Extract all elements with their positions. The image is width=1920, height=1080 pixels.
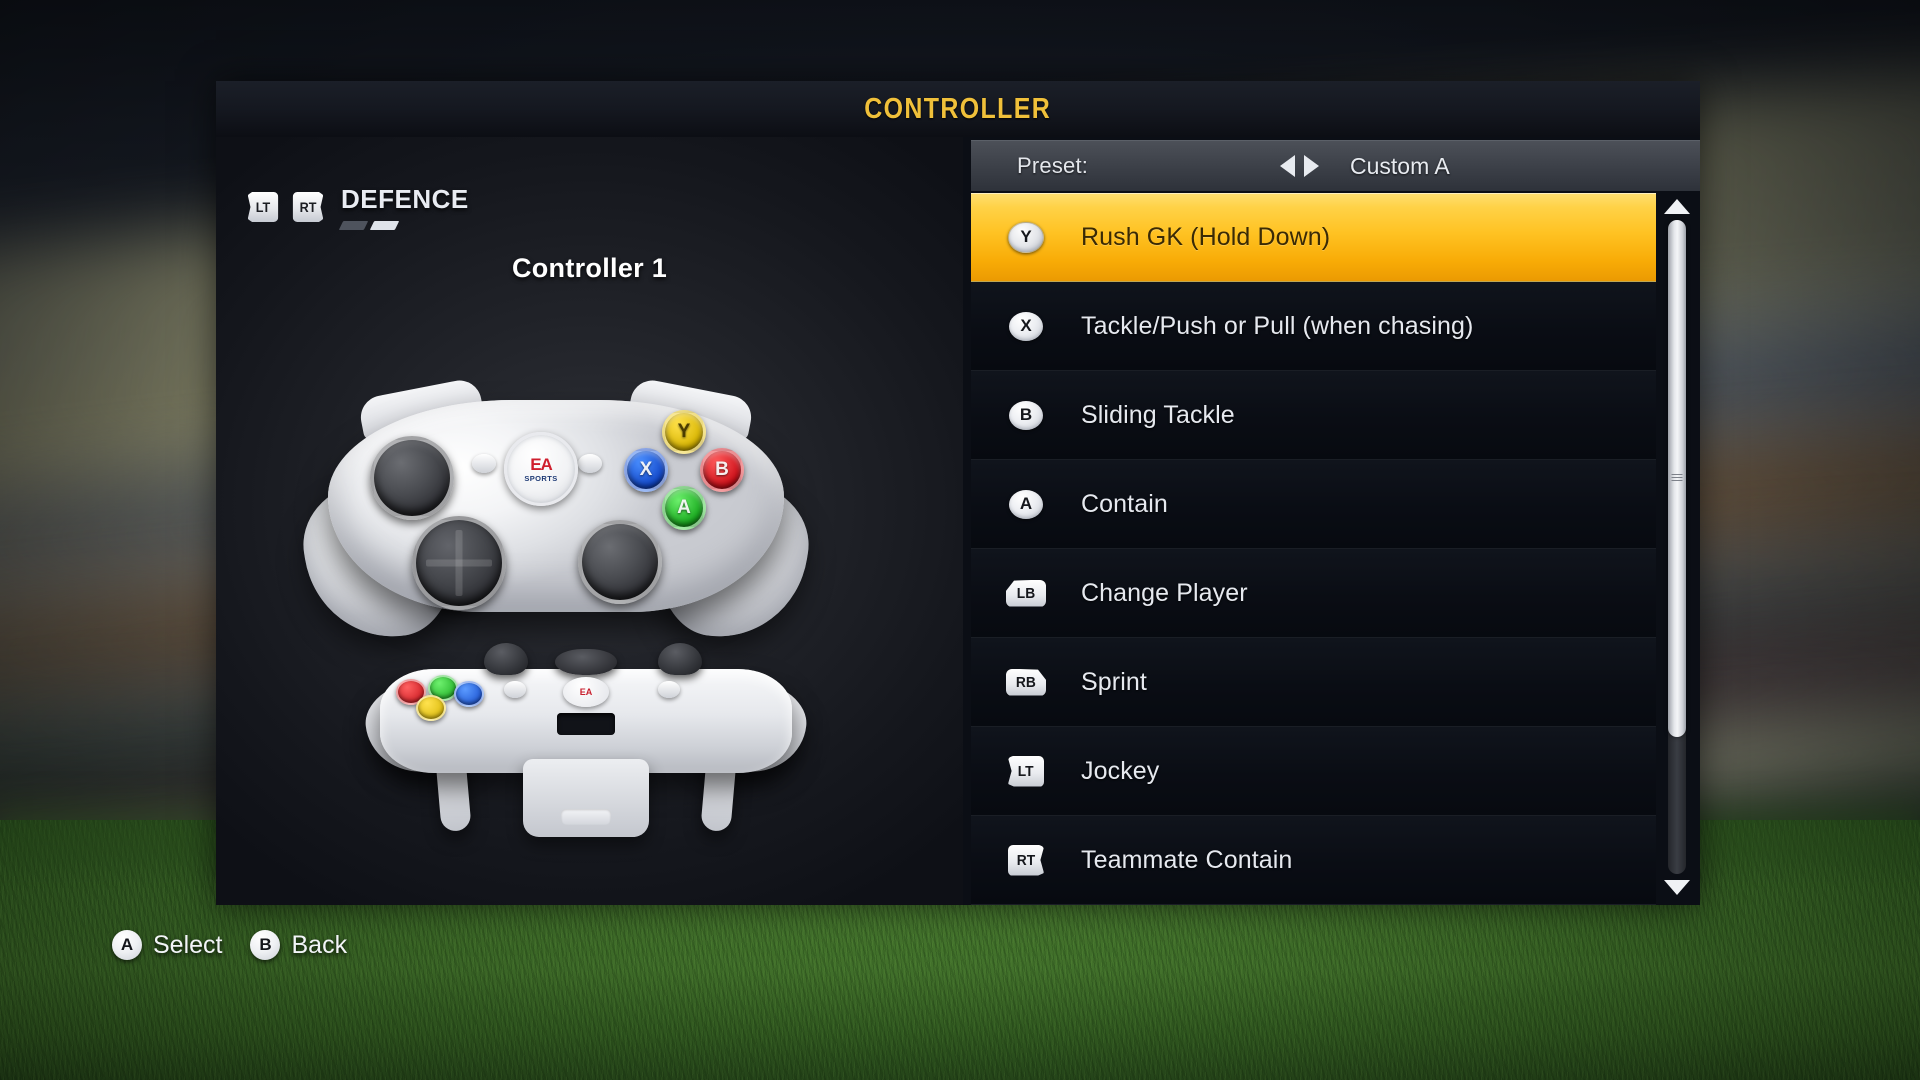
y-button-icon: Y	[1008, 221, 1044, 253]
lt-trigger-label: LT	[255, 199, 271, 215]
binding-row[interactable]: B Sliding Tackle	[971, 371, 1656, 460]
controller-rear-dpad	[555, 649, 617, 675]
control-binding-list[interactable]: Y Rush GK (Hold Down) X Tackle/Push or Pull…	[971, 193, 1656, 905]
binding-action-label: Contain	[1081, 489, 1168, 518]
binding-row[interactable]: Y Rush GK (Hold Down)	[971, 193, 1656, 282]
controller-accessory-port	[557, 713, 615, 735]
controller-preview-pane: LT RT DEFENCE Controller 1 EA SPORTS Y X…	[216, 137, 963, 905]
category-name: DEFENCE	[341, 184, 469, 214]
rb-button-icon: RB	[1006, 669, 1046, 696]
lb-button-icon: LB	[1006, 580, 1046, 607]
binding-action-label: Rush GK (Hold Down)	[1081, 222, 1331, 251]
rt-button-icon: RT	[1008, 845, 1044, 876]
page-title: CONTROLLER	[864, 92, 1052, 125]
button-glyph-label: RT	[1016, 851, 1036, 869]
rt-trigger-icon[interactable]: RT	[293, 192, 324, 222]
scrollbar-track[interactable]	[1668, 220, 1686, 874]
category-header: LT RT DEFENCE	[246, 184, 469, 230]
b-button-icon: B	[700, 448, 744, 492]
a-button-icon: A	[1009, 489, 1043, 519]
panel-header: CONTROLLER	[216, 81, 1700, 137]
x-button-icon: X	[1009, 311, 1043, 341]
pager-dot-1	[338, 221, 369, 230]
category-block: DEFENCE	[338, 184, 469, 230]
footer-hint[interactable]: A Select	[112, 930, 222, 960]
game-screen: CONTROLLER LT RT DEFENCE Controller 1 EA…	[0, 0, 1920, 1080]
preset-value: Custom A	[1350, 152, 1450, 179]
sports-logo-text: SPORTS	[524, 473, 558, 483]
scroll-up-arrow-icon[interactable]	[1664, 199, 1690, 214]
left-analog-stick	[370, 436, 454, 520]
binding-row[interactable]: A Contain	[971, 460, 1656, 549]
footer-hint-label: Back	[291, 930, 348, 959]
y-button-icon: Y	[662, 410, 706, 454]
binding-action-label: Sprint	[1081, 667, 1147, 696]
xbox-controller-rear-image: EA	[361, 617, 811, 847]
button-glyph-label: RB	[1016, 673, 1036, 691]
lt-trigger-icon[interactable]: LT	[248, 192, 279, 222]
ea-sports-guide-button-icon: EA SPORTS	[504, 432, 578, 506]
controller-rear-start-button	[658, 681, 680, 698]
xbox-controller-front-image: EA SPORTS Y X B A	[294, 352, 818, 652]
dpad-icon	[412, 516, 506, 610]
rt-trigger-label: RT	[299, 199, 317, 215]
scrollbar-thumb[interactable]	[1668, 220, 1686, 737]
footer-hint[interactable]: B Back	[250, 930, 347, 960]
binding-button-icon-slot: B	[971, 400, 1081, 430]
footer-hint-label: Select	[153, 930, 223, 959]
binding-action-label: Teammate Contain	[1081, 845, 1293, 874]
binding-button-icon-slot: LB	[971, 580, 1081, 607]
back-button-icon	[472, 454, 496, 473]
binding-button-icon-slot: A	[971, 489, 1081, 519]
binding-action-label: Sliding Tackle	[1081, 400, 1235, 429]
category-pager	[338, 221, 469, 230]
lt-button-icon: LT	[1008, 756, 1044, 787]
binding-button-icon-slot: X	[971, 311, 1081, 341]
button-glyph-label: LT	[1018, 762, 1034, 780]
preset-next-arrow-icon[interactable]	[1304, 155, 1319, 177]
preset-prev-arrow-icon[interactable]	[1280, 155, 1295, 177]
controller-settings-panel: CONTROLLER LT RT DEFENCE Controller 1 EA…	[216, 81, 1700, 905]
binding-action-label: Jockey	[1081, 756, 1160, 785]
controller-rear-stick-right	[658, 643, 702, 675]
controller-battery-pack	[523, 759, 649, 837]
start-button-icon	[578, 454, 602, 473]
right-analog-stick	[578, 520, 662, 604]
binding-action-label: Change Player	[1081, 578, 1248, 607]
x-button-icon: X	[624, 448, 668, 492]
binding-list-scrollbar[interactable]	[1662, 193, 1692, 901]
binding-row[interactable]: RT Teammate Contain	[971, 816, 1656, 905]
scroll-down-arrow-icon[interactable]	[1664, 880, 1690, 895]
preset-label: Preset:	[1017, 153, 1089, 178]
rear-ea-logo: EA	[579, 687, 593, 697]
binding-button-icon-slot: RT	[971, 845, 1081, 876]
a-button-icon: A	[112, 930, 142, 960]
controller-rear-y-button	[416, 695, 446, 721]
preset-control-group: Custom A	[1280, 153, 1700, 180]
binding-row[interactable]: LT Jockey	[971, 727, 1656, 816]
binding-row[interactable]: X Tackle/Push or Pull (when chasing)	[971, 282, 1656, 371]
button-glyph-label: LB	[1016, 584, 1036, 602]
controller-rear-guide-button: EA	[563, 677, 609, 707]
b-button-icon: B	[1009, 400, 1043, 430]
binding-action-label: Tackle/Push or Pull (when chasing)	[1081, 311, 1474, 340]
controller-rear-x-button	[454, 681, 484, 707]
b-button-icon: B	[250, 930, 281, 960]
ea-logo-text: EA	[530, 454, 553, 474]
pager-dot-2	[369, 221, 400, 230]
footer-hints: A Select B Back	[112, 930, 347, 960]
controller-rear-stick-left	[484, 643, 528, 675]
a-button-icon: A	[662, 486, 706, 530]
binding-button-icon-slot: LT	[971, 756, 1081, 787]
controller-number-label: Controller 1	[511, 253, 668, 283]
binding-row[interactable]: RB Sprint	[971, 638, 1656, 727]
binding-button-icon-slot: Y	[971, 221, 1081, 253]
controller-rear-back-button	[504, 681, 526, 698]
binding-button-icon-slot: RB	[971, 669, 1081, 696]
binding-row[interactable]: LB Change Player	[971, 549, 1656, 638]
binding-list-pane: Preset: Custom A Y Rush GK (Hold Down) X Ta…	[963, 137, 1700, 905]
preset-selector-row[interactable]: Preset: Custom A	[971, 140, 1700, 191]
